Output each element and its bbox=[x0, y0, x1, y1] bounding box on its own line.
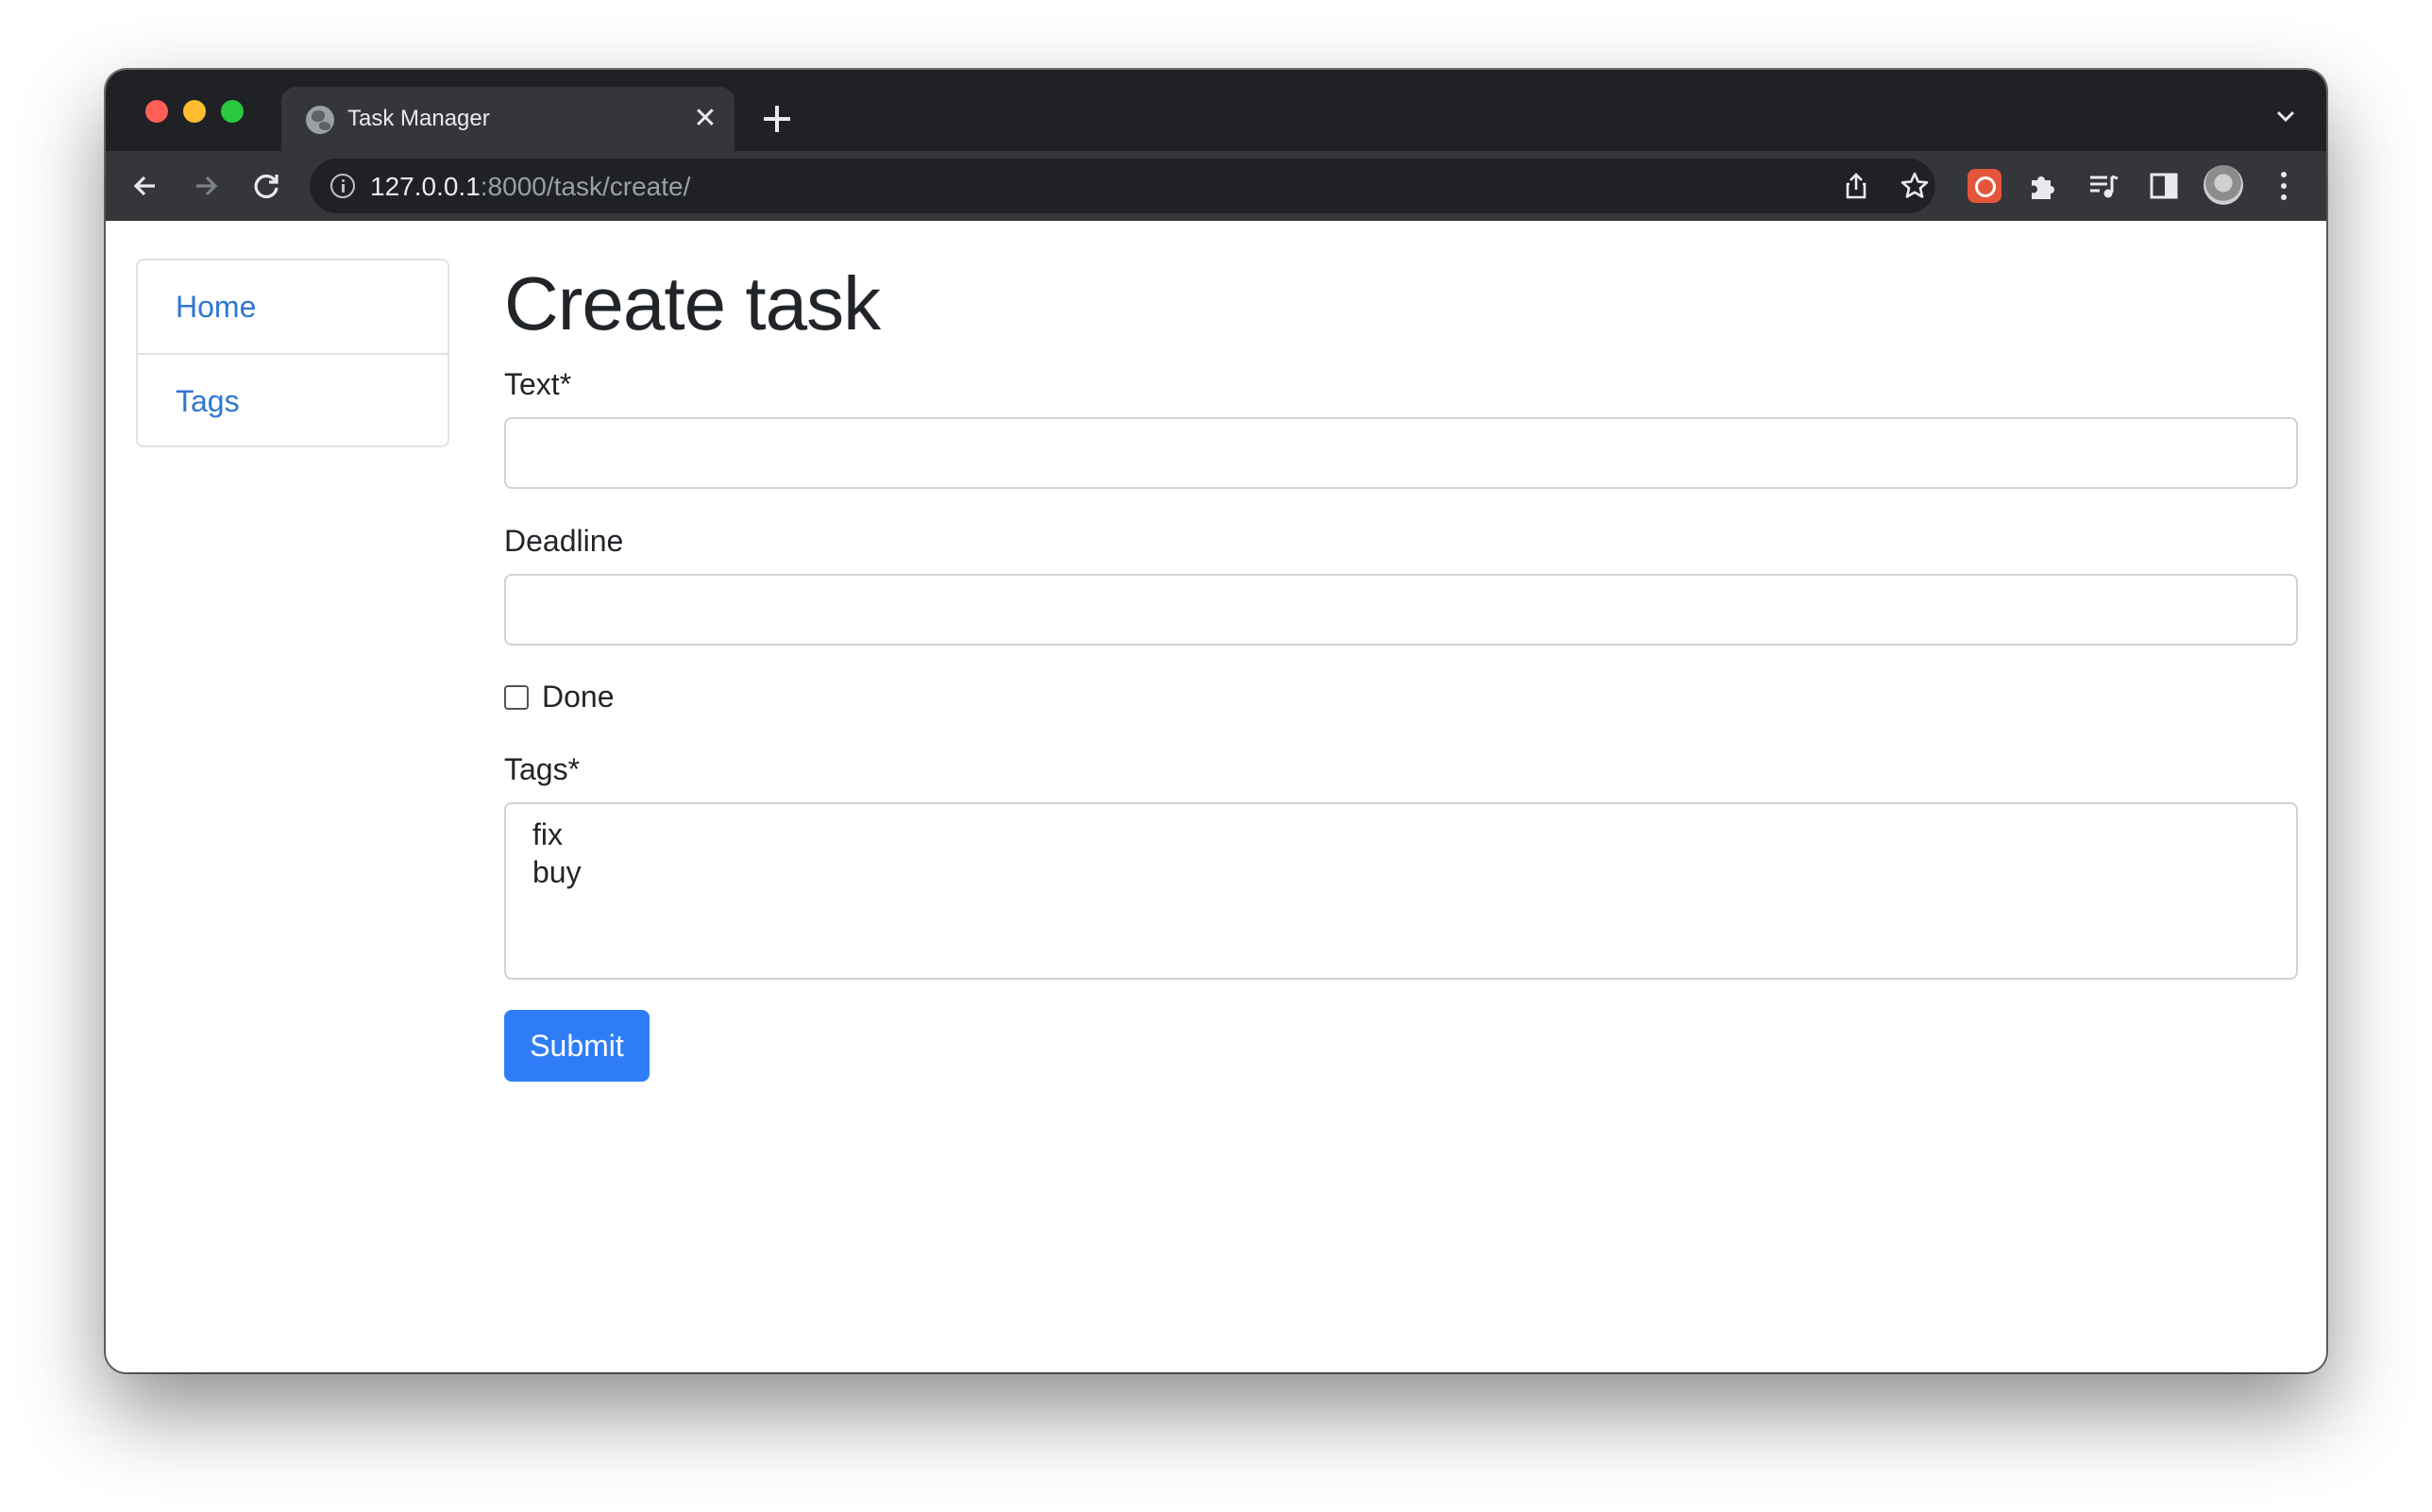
url-path: :8000/task/create/ bbox=[480, 172, 691, 201]
new-tab-icon[interactable] bbox=[760, 102, 794, 136]
maximize-window-button[interactable] bbox=[221, 100, 244, 123]
text-field-label: Text* bbox=[504, 367, 572, 401]
profile-avatar[interactable] bbox=[2204, 165, 2243, 205]
url-host: 127.0.0.1 bbox=[370, 172, 481, 201]
tags-multiselect[interactable]: fix buy bbox=[504, 802, 2298, 980]
close-window-button[interactable] bbox=[145, 100, 168, 123]
done-checkbox-label[interactable]: Done bbox=[542, 678, 615, 715]
tab-bar: Task Manager ✕ bbox=[106, 70, 2326, 151]
tab-title: Task Manager bbox=[347, 106, 490, 131]
deadline-field[interactable] bbox=[504, 574, 2298, 646]
side-panel-icon[interactable] bbox=[2147, 169, 2181, 203]
extension-red-icon[interactable] bbox=[1968, 169, 2001, 203]
create-task-form: Create task Text* Deadline Done Tags* fi… bbox=[504, 259, 2298, 1082]
page-title: Create task bbox=[504, 261, 881, 345]
done-checkbox-row: Done bbox=[504, 678, 2298, 715]
browser-toolbar: 127.0.0.1:8000/task/create/ bbox=[106, 151, 2326, 221]
url-text[interactable]: 127.0.0.1:8000/task/create/ bbox=[370, 172, 690, 202]
tag-option-buy[interactable]: buy bbox=[532, 853, 2270, 891]
browser-menu-icon[interactable] bbox=[2268, 170, 2300, 202]
submit-button[interactable]: Submit bbox=[504, 1010, 650, 1082]
globe-icon bbox=[306, 106, 334, 134]
sidebar-nav: Home Tags bbox=[136, 259, 449, 447]
browser-window: Task Manager ✕ 127.0.0.1:8000/task/creat… bbox=[106, 70, 2326, 1372]
forward-arrow-icon[interactable] bbox=[187, 167, 225, 205]
tab-close-icon[interactable]: ✕ bbox=[690, 104, 720, 134]
share-icon[interactable] bbox=[1841, 171, 1871, 201]
sidebar-item-home[interactable]: Home bbox=[138, 260, 448, 353]
address-bar[interactable]: 127.0.0.1:8000/task/create/ bbox=[310, 159, 1935, 213]
site-info-icon[interactable] bbox=[330, 174, 355, 198]
sidebar-item-tags[interactable]: Tags bbox=[138, 353, 448, 445]
page-content: Home Tags Create task Text* Deadline Don… bbox=[106, 221, 2326, 1372]
tab-search-chevron-icon[interactable] bbox=[2272, 102, 2300, 130]
puzzle-extensions-icon[interactable] bbox=[2026, 169, 2060, 203]
deadline-field-label: Deadline bbox=[504, 524, 624, 558]
reload-icon[interactable] bbox=[247, 167, 285, 205]
tags-field-label: Tags* bbox=[504, 752, 581, 786]
active-tab[interactable]: Task Manager ✕ bbox=[281, 87, 735, 151]
text-field[interactable] bbox=[504, 417, 2298, 489]
media-playlist-icon[interactable] bbox=[2086, 169, 2120, 203]
done-checkbox[interactable] bbox=[504, 685, 529, 710]
back-arrow-icon[interactable] bbox=[127, 167, 164, 205]
minimize-window-button[interactable] bbox=[183, 100, 206, 123]
screenshot-stage: Task Manager ✕ 127.0.0.1:8000/task/creat… bbox=[0, 0, 2432, 1512]
bookmark-star-icon[interactable] bbox=[1900, 171, 1930, 201]
tag-option-fix[interactable]: fix bbox=[532, 815, 2270, 853]
